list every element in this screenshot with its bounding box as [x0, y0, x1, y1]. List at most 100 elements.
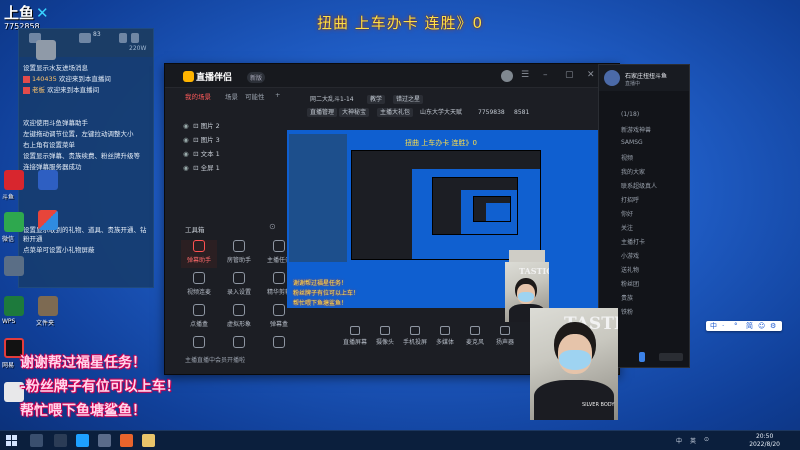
- colorful-app-icon[interactable]: [38, 210, 58, 230]
- tool-record-settings[interactable]: 录入设置: [221, 272, 257, 300]
- chat-line: 铁粉: [621, 309, 634, 316]
- maximize-icon[interactable]: ▢: [565, 70, 574, 80]
- mic-icon[interactable]: [639, 352, 645, 362]
- preview-caption-line: 谢谢帮过福星任务！: [293, 280, 348, 287]
- close-icon[interactable]: ✕: [587, 70, 595, 80]
- desktop-icon-label: 网易: [2, 362, 15, 369]
- tool-download[interactable]: [261, 336, 297, 354]
- chat-line: 粉丝团: [621, 281, 640, 288]
- lock-icon: ⊡: [193, 136, 199, 144]
- taskbar-clock[interactable]: 20:50 2022/8/20: [749, 433, 780, 449]
- ime-simplified-icon[interactable]: 简: [746, 321, 753, 331]
- tool-more[interactable]: [221, 336, 257, 354]
- clock-time: 20:50: [755, 433, 774, 440]
- room-title[interactable]: 网二大乱斗1-14: [307, 95, 357, 104]
- taskbar-task-view-icon[interactable]: [54, 434, 67, 447]
- taskbar-brand-app-icon[interactable]: [76, 434, 89, 447]
- source-item[interactable]: ◉ ⊡ 图片 2: [183, 120, 220, 132]
- chat-line: 送礼物: [621, 267, 640, 274]
- chat-message: 140435 欢迎来到本直播间: [19, 74, 153, 85]
- taskbar-game-icon[interactable]: [120, 434, 133, 447]
- tool-interact[interactable]: [181, 336, 217, 354]
- fans-count: 83: [93, 31, 101, 38]
- user-avatar[interactable]: [501, 70, 513, 82]
- gift-pack-chip[interactable]: 主播大礼包: [377, 108, 414, 117]
- tab-scenes[interactable]: 场景: [225, 91, 238, 101]
- add-scene-icon[interactable]: +: [275, 91, 280, 99]
- chat-line: 联系超级真人: [621, 183, 658, 190]
- folder-desktop-icon[interactable]: [38, 296, 58, 316]
- phone-cast-button[interactable]: 手机投屏: [401, 326, 429, 346]
- ime-settings-icon[interactable]: ⚙: [770, 321, 776, 331]
- clock-date: 2022/8/20: [749, 441, 780, 448]
- viewer-chat-header[interactable]: 石家庄扭扭斗鱼 直播中: [599, 65, 689, 91]
- lock-icon: ⊡: [193, 122, 199, 130]
- ime-emoji-icon[interactable]: ☺: [758, 321, 765, 331]
- source-item[interactable]: ◉ ⊡ 全屏 1: [183, 162, 220, 174]
- tool-danmaku-box[interactable]: 弹幕盒: [261, 304, 297, 332]
- tray-lang-icon[interactable]: 英: [690, 436, 696, 445]
- danmaku-chat-panel[interactable]: 83 220W 设置显示水友进场消息 140435 欢迎来到本直播间 老板 欢迎…: [18, 28, 154, 288]
- ime-degree-icon[interactable]: °: [734, 321, 738, 331]
- category-chip[interactable]: 教学: [367, 95, 386, 104]
- chat-line: 我的大家: [621, 169, 646, 176]
- preview-banner: 扭曲 上车办卡 连胜》0: [405, 139, 477, 147]
- toolbox-title: 工具箱: [185, 226, 205, 234]
- ime-dot-icon[interactable]: ·: [722, 321, 724, 331]
- streamer-avatar[interactable]: [604, 70, 620, 86]
- live-manage-chip[interactable]: 直播管理: [307, 108, 338, 117]
- settings-icon[interactable]: [131, 33, 139, 43]
- source-item[interactable]: ◉ ⊡ 图片 3: [183, 134, 220, 146]
- tool-danmaku-helper[interactable]: 弹幕助手: [181, 240, 217, 268]
- tab-my-scenes[interactable]: 我的场景: [185, 91, 211, 101]
- recycle-bin-icon[interactable]: [36, 40, 56, 60]
- main-webcam: TASTIC SILVER BODY: [530, 308, 618, 420]
- minimize-icon[interactable]: –: [543, 70, 548, 80]
- lock-icon: ⊡: [193, 150, 199, 158]
- eye-icon: ◉: [183, 136, 189, 144]
- tool-avatar[interactable]: 虚拟形象: [221, 304, 257, 332]
- tab-possible[interactable]: 可能性: [245, 91, 265, 101]
- speaker-button[interactable]: 扬声器: [491, 326, 519, 346]
- version-badge[interactable]: 新版: [247, 72, 266, 83]
- app-logo: 直播伴侣: [183, 70, 232, 83]
- fans-icon[interactable]: [79, 33, 91, 43]
- taskbar-app-icon[interactable]: [98, 434, 111, 447]
- app-title-bar[interactable]: 直播伴侣 新版 ☰ – ▢ ✕: [165, 64, 619, 88]
- tool-room-manager[interactable]: 房管助手: [221, 240, 257, 268]
- ime-chinese-icon[interactable]: 中: [710, 321, 717, 331]
- app-logo-icon: [183, 71, 194, 82]
- microphone-button[interactable]: 麦克风: [461, 326, 489, 346]
- chat-line: 关注: [621, 225, 634, 232]
- tag-chip[interactable]: 错过之星: [393, 95, 424, 104]
- level-badge-icon: [23, 75, 30, 83]
- collapse-icon[interactable]: ⊙: [269, 222, 276, 231]
- windows-taskbar: 中 英 ⊙ 20:50 2022/8/20: [0, 430, 800, 450]
- tray-input-icon[interactable]: 中: [676, 436, 682, 445]
- send-button[interactable]: [659, 353, 683, 361]
- wechat-desktop-icon[interactable]: [4, 212, 24, 232]
- menu-icon[interactable]: ☰: [521, 70, 529, 80]
- tray-network-icon[interactable]: ⊙: [704, 436, 709, 443]
- excel-desktop-icon[interactable]: [4, 296, 24, 316]
- treasure-chip[interactable]: 大神秘宝: [339, 108, 370, 117]
- taskbar-search-icon[interactable]: [30, 434, 43, 447]
- camera-button[interactable]: 摄像头: [371, 326, 399, 346]
- stream-preview[interactable]: 扭曲 上车办卡 连胜》0 谢谢帮过福星任务！ 粉丝牌子有位可以上车！ 帮忙喂下鱼…: [287, 130, 607, 308]
- taskbar-app-icon[interactable]: [142, 434, 155, 447]
- douyu-desktop-icon[interactable]: [4, 170, 24, 190]
- desktop-icon-label: 斗鱼: [2, 194, 15, 201]
- tool-video-link[interactable]: 视频连麦: [181, 272, 217, 300]
- tool-vod-box[interactable]: 点播盒: [181, 304, 217, 332]
- settings-desktop-icon[interactable]: [4, 256, 24, 276]
- shield-app-icon[interactable]: [38, 170, 58, 190]
- source-item[interactable]: ◉ ⊡ 文本 1: [183, 148, 220, 160]
- lock-icon[interactable]: [119, 33, 127, 43]
- caption-line: -粉丝牌子有位可以上车！: [20, 379, 180, 395]
- screen-capture-button[interactable]: 直播屏幕: [341, 326, 369, 346]
- preview-chat-panel: [289, 134, 347, 262]
- chat-message: 欢迎使用斗鱼弹幕助手: [23, 119, 88, 127]
- windows-start-icon[interactable]: [6, 435, 17, 446]
- ime-toolbar[interactable]: 中 · ° 简 ☺ ⚙: [706, 321, 782, 331]
- media-button[interactable]: 多媒体: [431, 326, 459, 346]
